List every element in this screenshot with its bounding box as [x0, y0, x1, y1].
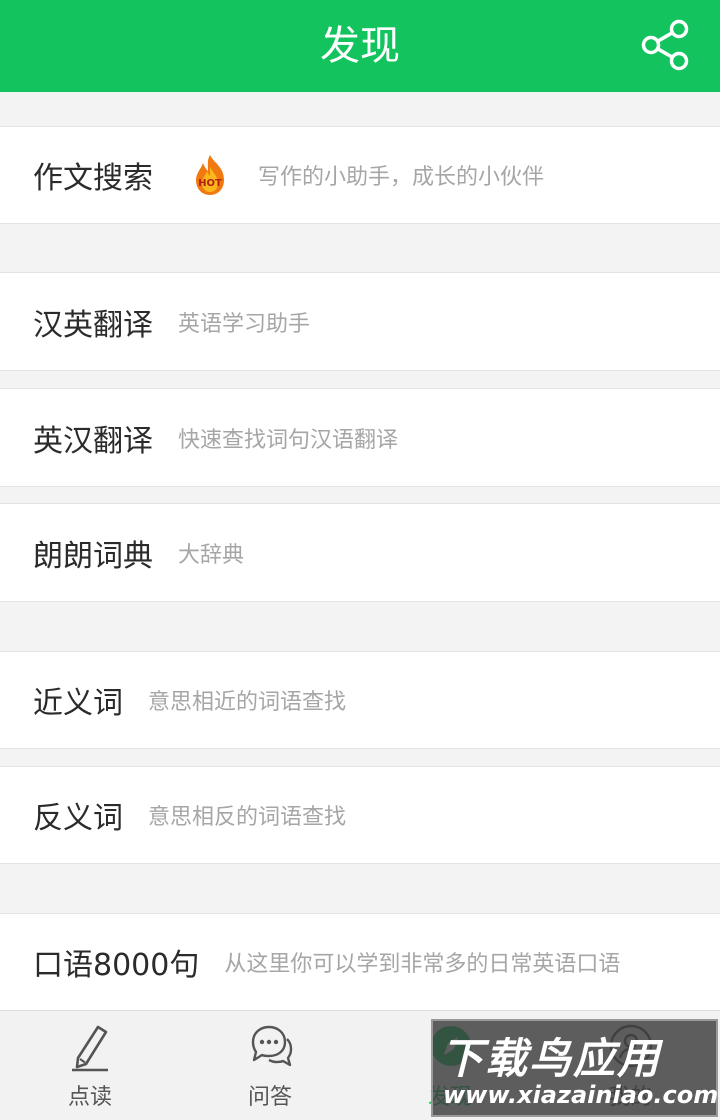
- watermark-text: 下载鸟应用: [441, 1034, 662, 1083]
- item-title: 近义词: [33, 686, 123, 721]
- top-bar: 发现: [0, 0, 720, 92]
- item-subtitle: 英语学习助手: [178, 311, 311, 337]
- list-item-antonyms[interactable]: 反义词 意思相反的词语查找: [0, 766, 720, 864]
- svg-text:HOT: HOT: [198, 178, 222, 189]
- share-icon[interactable]: [640, 18, 692, 72]
- site-watermark: 下载鸟应用 www.xiazainiao.com: [431, 1019, 718, 1117]
- list-item-essay-search[interactable]: 作文搜索 HOT 写作的小助手，成长的小伙伴: [0, 126, 720, 224]
- tab-qa[interactable]: 问答: [210, 1011, 330, 1120]
- list-item-spoken-english[interactable]: 口语8000句 从这里你可以学到非常多的日常英语口语: [0, 913, 720, 1011]
- list-item-chinese-english[interactable]: 汉英翻译 英语学习助手: [0, 272, 720, 371]
- list-item-english-chinese[interactable]: 英汉翻译 快速查找词句汉语翻译: [0, 388, 720, 487]
- item-title: 口语8000句: [33, 948, 200, 983]
- item-subtitle: 大辞典: [178, 542, 245, 568]
- item-title: 朗朗词典: [33, 538, 153, 574]
- list-item-dictionary[interactable]: 朗朗词典 大辞典: [0, 503, 720, 602]
- watermark-url: www.xiazainiao.com: [443, 1081, 719, 1109]
- hot-fire-icon: HOT: [191, 153, 229, 197]
- page-title: 发现: [320, 23, 400, 69]
- chat-bubbles-icon: [251, 1025, 293, 1067]
- tab-label: 点读: [67, 1085, 112, 1110]
- item-title: 汉英翻译: [33, 307, 153, 343]
- tab-label: 问答: [247, 1085, 292, 1110]
- item-subtitle: 写作的小助手，成长的小伙伴: [258, 165, 545, 190]
- pen-icon: [72, 1025, 108, 1072]
- tab-read-aloud[interactable]: 点读: [30, 1011, 150, 1120]
- list-item-synonyms[interactable]: 近义词 意思相近的词语查找: [0, 651, 720, 749]
- item-subtitle: 从这里你可以学到非常多的日常英语口语: [224, 952, 621, 977]
- item-title: 英汉翻译: [33, 423, 153, 459]
- item-title: 作文搜索: [33, 161, 153, 196]
- item-subtitle: 意思相近的词语查找: [148, 690, 347, 715]
- item-subtitle: 快速查找词句汉语翻译: [178, 427, 399, 453]
- item-subtitle: 意思相反的词语查找: [148, 805, 347, 830]
- item-title: 反义词: [33, 801, 123, 836]
